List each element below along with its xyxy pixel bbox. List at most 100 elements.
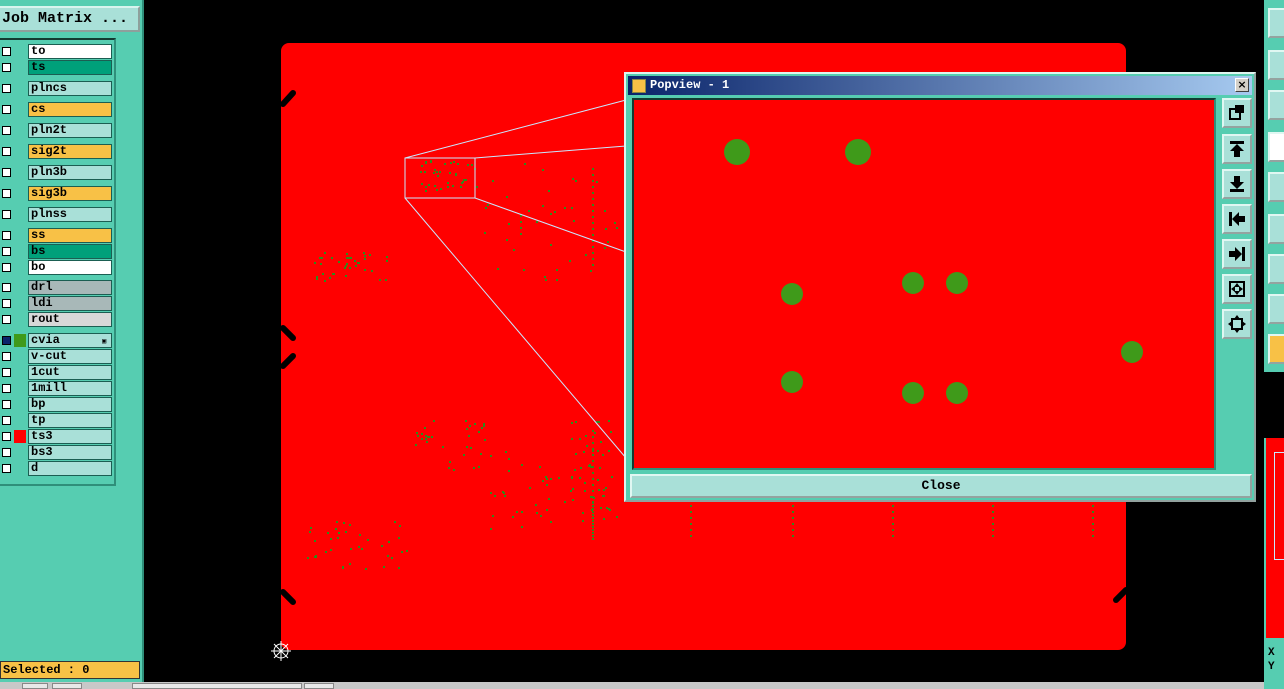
via-dot <box>365 568 367 570</box>
layer-row[interactable]: bs3 <box>0 445 114 460</box>
layer-checkbox[interactable] <box>2 263 11 272</box>
tool-button[interactable] <box>1268 90 1284 120</box>
layer-checkbox[interactable] <box>2 231 11 240</box>
layer-name[interactable]: pln3b <box>28 165 112 180</box>
tool-button[interactable] <box>1268 132 1284 162</box>
layer-name[interactable]: pln2t <box>28 123 112 138</box>
pan-left-icon[interactable] <box>1222 204 1252 234</box>
layer-name[interactable]: cvia <box>28 333 112 348</box>
layer-name[interactable]: ss <box>28 228 112 243</box>
layer-row[interactable]: 1mill <box>0 381 114 396</box>
layer-row[interactable]: bo <box>0 260 114 275</box>
layer-checkbox[interactable] <box>2 147 11 156</box>
layer-row[interactable]: sig3b <box>0 186 114 201</box>
layer-name[interactable]: to <box>28 44 112 59</box>
mini-map[interactable] <box>1266 438 1284 638</box>
status-cell <box>52 683 82 689</box>
layer-name[interactable]: plnss <box>28 207 112 222</box>
layer-name[interactable]: plncs <box>28 81 112 96</box>
layer-checkbox[interactable] <box>2 400 11 409</box>
layer-name[interactable]: ldi <box>28 296 112 311</box>
layer-checkbox[interactable] <box>2 47 11 56</box>
layer-name[interactable]: drl <box>28 280 112 295</box>
layer-name[interactable]: v-cut <box>28 349 112 364</box>
layer-name[interactable]: rout <box>28 312 112 327</box>
layer-name[interactable]: ts <box>28 60 112 75</box>
layer-checkbox[interactable] <box>2 368 11 377</box>
layer-row[interactable]: ldi <box>0 296 114 311</box>
tool-button[interactable] <box>1268 334 1284 364</box>
layer-name[interactable]: bs3 <box>28 445 112 460</box>
layer-name[interactable]: bo <box>28 260 112 275</box>
layer-checkbox[interactable] <box>2 84 11 93</box>
layer-checkbox[interactable] <box>2 189 11 198</box>
tool-button[interactable] <box>1268 8 1284 38</box>
layer-name[interactable]: bs <box>28 244 112 259</box>
layer-checkbox[interactable] <box>2 105 11 114</box>
layer-row[interactable]: plnss <box>0 207 114 222</box>
layer-row[interactable]: to <box>0 44 114 59</box>
zoom-center-icon[interactable] <box>1222 309 1252 339</box>
window-close-icon[interactable]: × <box>1235 78 1249 92</box>
layer-name[interactable]: 1mill <box>28 381 112 396</box>
tool-button[interactable] <box>1268 172 1284 202</box>
tool-button[interactable] <box>1268 254 1284 284</box>
layer-row[interactable]: sig2t <box>0 144 114 159</box>
layer-checkbox[interactable] <box>2 283 11 292</box>
popview-canvas[interactable] <box>632 98 1216 470</box>
layer-checkbox[interactable] <box>2 210 11 219</box>
layer-checkbox[interactable] <box>2 299 11 308</box>
layer-row[interactable]: ts <box>0 60 114 75</box>
layer-row[interactable]: tp <box>0 413 114 428</box>
layer-checkbox[interactable] <box>2 384 11 393</box>
fit-all-icon[interactable] <box>1222 274 1252 304</box>
zoom-home-icon[interactable] <box>1222 98 1252 128</box>
layer-checkbox[interactable] <box>2 247 11 256</box>
layer-checkbox[interactable] <box>2 126 11 135</box>
layer-checkbox[interactable] <box>2 432 11 441</box>
layer-row[interactable]: 1cut <box>0 365 114 380</box>
pan-down-icon[interactable] <box>1222 169 1252 199</box>
via-dot <box>585 435 587 437</box>
layer-row[interactable]: rout <box>0 312 114 327</box>
layer-name[interactable]: ts3 <box>28 429 112 444</box>
layer-row[interactable]: pln3b <box>0 165 114 180</box>
tool-button[interactable] <box>1268 294 1284 324</box>
layer-name[interactable]: d <box>28 461 112 476</box>
layer-checkbox[interactable] <box>2 168 11 177</box>
layer-checkbox[interactable] <box>2 352 11 361</box>
tool-button[interactable] <box>1268 214 1284 244</box>
job-matrix-button[interactable]: Job Matrix ... <box>0 6 140 32</box>
layer-name[interactable]: sig2t <box>28 144 112 159</box>
layer-row[interactable]: v-cut <box>0 349 114 364</box>
layer-row[interactable]: bs <box>0 244 114 259</box>
close-button[interactable]: Close <box>630 474 1252 498</box>
layer-row[interactable]: pln2t <box>0 123 114 138</box>
layer-checkbox[interactable] <box>2 464 11 473</box>
layer-checkbox[interactable] <box>2 63 11 72</box>
layer-checkbox[interactable] <box>2 448 11 457</box>
layer-name[interactable]: bp <box>28 397 112 412</box>
pan-right-icon[interactable] <box>1222 239 1252 269</box>
layer-name[interactable]: cs <box>28 102 112 117</box>
layer-name[interactable]: tp <box>28 413 112 428</box>
via-dot <box>690 517 692 519</box>
layer-row[interactable]: drl <box>0 280 114 295</box>
via-dot <box>540 515 542 517</box>
layer-name[interactable]: sig3b <box>28 186 112 201</box>
layer-name[interactable]: 1cut <box>28 365 112 380</box>
layer-row[interactable]: cvia ▣ <box>0 333 114 348</box>
layer-row[interactable]: plncs <box>0 81 114 96</box>
layer-row[interactable]: ts3 <box>0 429 114 444</box>
layer-checkbox[interactable] <box>2 315 11 324</box>
layer-checkbox[interactable] <box>2 416 11 425</box>
pan-up-icon[interactable] <box>1222 134 1252 164</box>
layer-checkbox[interactable] <box>2 336 11 345</box>
tool-button[interactable] <box>1268 50 1284 80</box>
layer-row[interactable]: d <box>0 461 114 476</box>
layer-row[interactable]: ss <box>0 228 114 243</box>
popview-titlebar[interactable]: Popview - 1 × <box>628 76 1252 95</box>
layer-row[interactable]: bp <box>0 397 114 412</box>
layer-row[interactable]: cs <box>0 102 114 117</box>
via-pad <box>781 371 803 393</box>
